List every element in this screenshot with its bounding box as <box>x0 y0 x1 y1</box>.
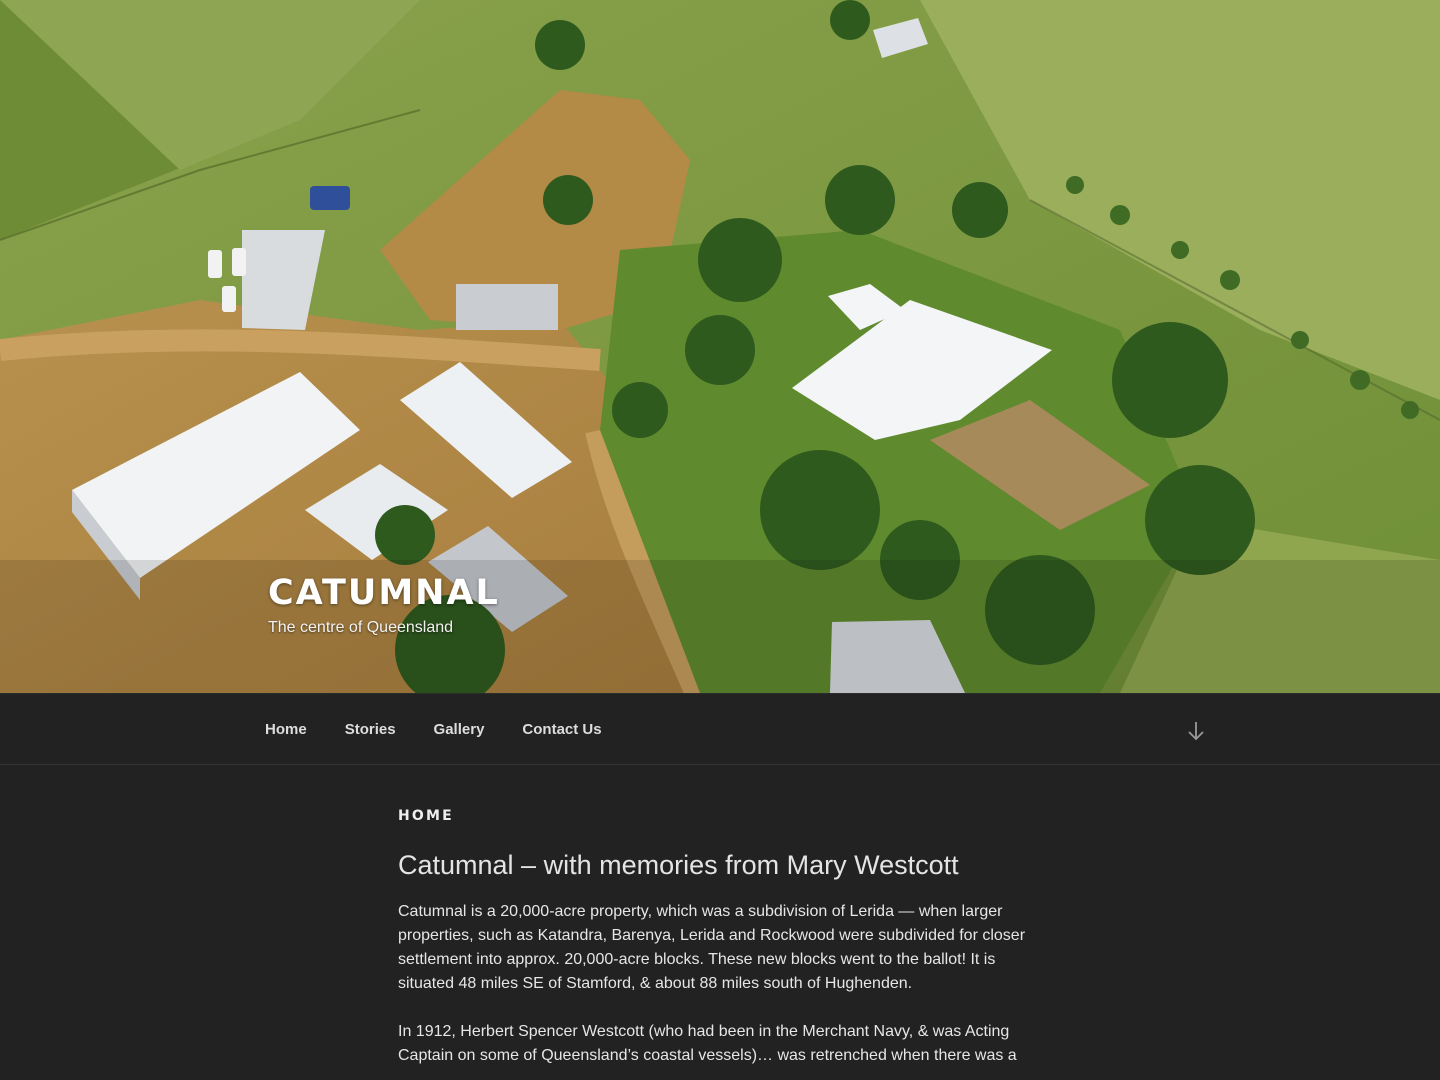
nav-item-contact-us: Contact Us <box>503 721 620 739</box>
arrow-down-icon[interactable] <box>1186 720 1206 742</box>
nav-item-home: Home <box>246 721 326 739</box>
site-header: CATUMNAL The centre of Queensland <box>0 0 1440 693</box>
paragraph-2: In 1912, Herbert Spencer Westcott (who h… <box>398 1023 1017 1065</box>
nav-menu: Home Stories Gallery Contact Us <box>246 694 621 766</box>
header-aerial-photo <box>0 0 1440 693</box>
page-breadcrumb: HOME <box>398 808 454 824</box>
nav-link-contact-us[interactable]: Contact Us <box>522 721 601 738</box>
main-content: HOME Catumnal – with memories from Mary … <box>398 808 1043 1068</box>
entry-content: Catumnal is a 20,000-acre property, whic… <box>398 900 1043 1068</box>
site-description: The centre of Queensland <box>268 618 454 636</box>
site-branding: CATUMNAL The centre of Queensland <box>268 574 500 637</box>
main-navigation: Home Stories Gallery Contact Us <box>0 693 1440 765</box>
paragraph-1: Catumnal is a 20,000-acre property, whic… <box>398 903 1026 993</box>
nav-item-stories: Stories <box>326 721 415 739</box>
nav-link-gallery[interactable]: Gallery <box>434 721 485 738</box>
nav-link-home[interactable]: Home <box>265 721 307 738</box>
nav-item-gallery: Gallery <box>415 721 504 739</box>
site-title[interactable]: CATUMNAL <box>268 574 500 613</box>
nav-link-stories[interactable]: Stories <box>345 721 396 738</box>
page-title: Catumnal – with memories from Mary Westc… <box>398 850 959 880</box>
